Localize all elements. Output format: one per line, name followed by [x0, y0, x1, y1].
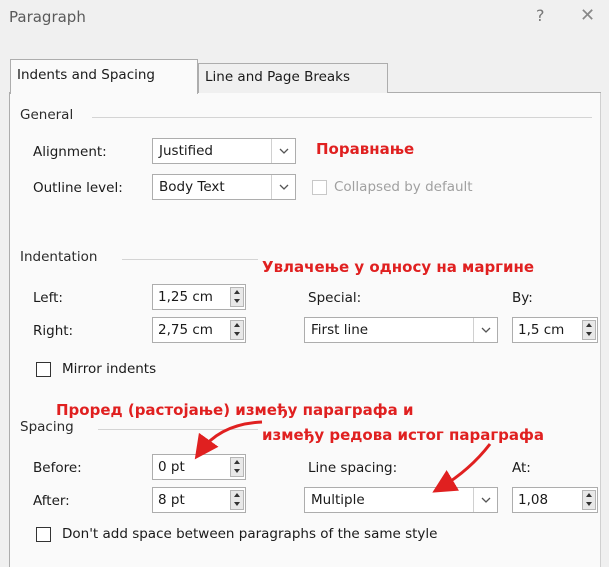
spacing-before-spinner[interactable]: 0 pt: [152, 454, 246, 480]
collapsed-checkbox[interactable]: [312, 180, 327, 195]
spin-down-icon[interactable]: [583, 330, 595, 339]
spacing-after-spinner[interactable]: 8 pt: [152, 487, 246, 513]
annotation-spacing-line2: између редова истог параграфа: [262, 426, 545, 444]
annotation-spacing-line1: Проред (растојање) између параграфа и: [56, 401, 414, 419]
left-indent-label: Left:: [33, 290, 63, 306]
chevron-down-icon[interactable]: [473, 488, 497, 512]
right-indent-value: 2,75 cm: [158, 322, 213, 338]
close-button[interactable]: ✕: [580, 5, 595, 26]
mirror-indents-checkbox[interactable]: [36, 362, 51, 377]
spin-down-icon[interactable]: [231, 297, 243, 306]
help-button[interactable]: ?: [536, 6, 545, 25]
dont-add-space-label: Don't add space between paragraphs of th…: [62, 526, 438, 542]
chevron-down-icon[interactable]: [271, 175, 295, 199]
group-general-rule: [92, 117, 592, 118]
spin-down-icon[interactable]: [231, 467, 243, 476]
right-indent-spinner[interactable]: 2,75 cm: [152, 317, 246, 343]
collapsed-label: Collapsed by default: [334, 179, 473, 195]
left-indent-value: 1,25 cm: [158, 289, 213, 305]
group-indentation-rule: [122, 259, 258, 260]
line-spacing-label: Line spacing:: [308, 460, 398, 476]
spin-down-icon[interactable]: [231, 500, 243, 509]
spacing-after-label: After:: [33, 493, 70, 509]
annotation-alignment: Поравнање: [316, 140, 415, 158]
tab-indents-and-spacing[interactable]: Indents and Spacing: [10, 59, 198, 94]
chevron-down-icon[interactable]: [473, 318, 497, 342]
alignment-value: Justified: [159, 143, 213, 159]
outline-level-label: Outline level:: [33, 180, 123, 196]
by-spinner[interactable]: 1,5 cm: [512, 317, 598, 343]
by-label: By:: [512, 290, 533, 306]
left-indent-spinner[interactable]: 1,25 cm: [152, 284, 246, 310]
spin-up-icon[interactable]: [231, 491, 243, 500]
dialog-title: Paragraph: [9, 8, 86, 26]
spacing-after-value: 8 pt: [158, 492, 185, 508]
mirror-indents-label: Mirror indents: [62, 361, 157, 377]
group-general-heading: General: [20, 107, 74, 123]
spin-up-icon[interactable]: [231, 321, 243, 330]
spin-up-icon[interactable]: [583, 491, 595, 500]
line-spacing-value: Multiple: [311, 492, 365, 508]
special-label: Special:: [308, 290, 362, 306]
by-value: 1,5 cm: [518, 322, 565, 338]
spin-down-icon[interactable]: [583, 500, 595, 509]
spin-up-icon[interactable]: [231, 458, 243, 467]
special-select[interactable]: First line: [304, 317, 498, 343]
at-value: 1,08: [518, 492, 549, 508]
annotation-indentation: Увлачење у односу на маргине: [262, 258, 535, 276]
spin-up-icon[interactable]: [231, 288, 243, 297]
line-spacing-select[interactable]: Multiple: [304, 487, 498, 513]
group-indentation-heading: Indentation: [20, 249, 98, 265]
alignment-label: Alignment:: [33, 144, 107, 160]
spacing-before-value: 0 pt: [158, 459, 185, 475]
tab-line-and-page-breaks[interactable]: Line and Page Breaks: [198, 63, 388, 93]
right-indent-label: Right:: [33, 323, 74, 339]
alignment-select[interactable]: Justified: [152, 138, 296, 164]
spin-up-icon[interactable]: [583, 321, 595, 330]
at-label: At:: [512, 460, 531, 476]
outline-level-value: Body Text: [159, 179, 225, 195]
spin-down-icon[interactable]: [231, 330, 243, 339]
chevron-down-icon[interactable]: [271, 139, 295, 163]
outline-level-select[interactable]: Body Text: [152, 174, 296, 200]
group-spacing-heading: Spacing: [20, 419, 74, 435]
dont-add-space-checkbox[interactable]: [36, 527, 51, 542]
group-spacing-rule: [98, 429, 258, 430]
spacing-before-label: Before:: [33, 460, 82, 476]
special-value: First line: [311, 322, 369, 338]
at-spinner[interactable]: 1,08: [512, 487, 598, 513]
